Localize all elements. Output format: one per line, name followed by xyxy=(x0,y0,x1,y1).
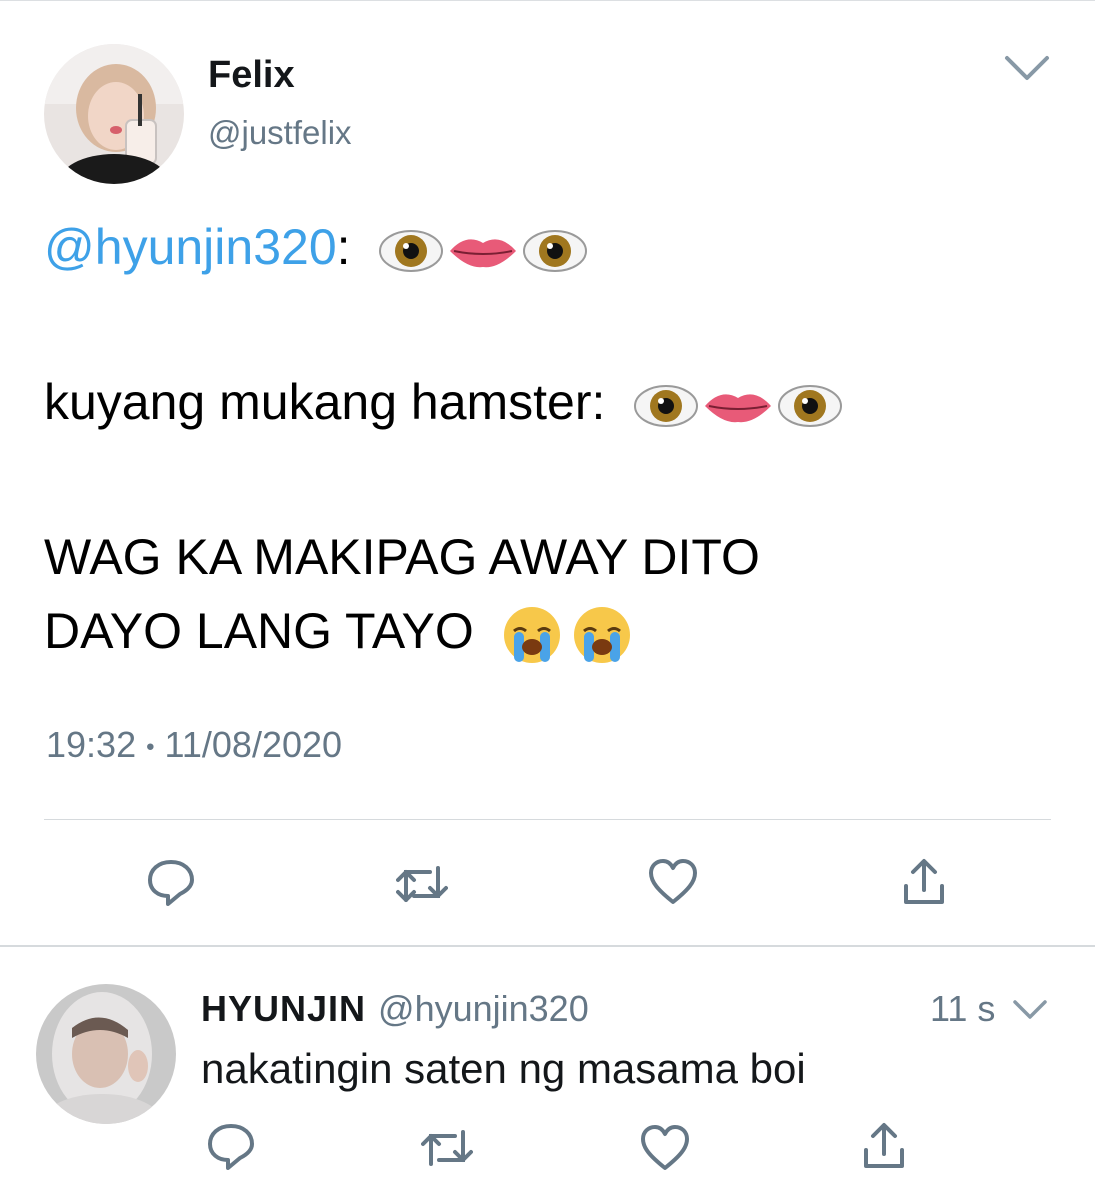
tweet-time: 19:32 xyxy=(46,724,137,765)
like-icon[interactable] xyxy=(648,858,698,906)
eye-emoji-icon xyxy=(379,229,444,272)
crying-face-emoji-icon xyxy=(573,606,630,663)
tweet-text-2: kuyang mukang hamster: xyxy=(44,374,606,430)
retweet-icon[interactable] xyxy=(396,862,448,906)
tweet-text-4: DAYO LANG TAYO xyxy=(44,603,474,659)
reply-text: nakatingin saten ng masama boi xyxy=(201,1045,806,1092)
reply-retweet-icon[interactable] xyxy=(421,1126,473,1170)
reply-author[interactable]: HYUNJIN @hyunjin320 xyxy=(201,988,589,1030)
tweet-line-1: @hyunjin320: xyxy=(44,218,588,276)
emoji-group-1 xyxy=(378,228,588,274)
author-handle[interactable]: @justfelix xyxy=(208,114,352,152)
eye-emoji-icon xyxy=(778,384,843,427)
top-divider xyxy=(0,0,1095,1)
reply-author-name: HYUNJIN xyxy=(201,988,367,1029)
eye-emoji-icon xyxy=(523,229,588,272)
meta-separator: • xyxy=(146,733,155,761)
reply-icon[interactable] xyxy=(146,858,196,908)
reply-avatar[interactable] xyxy=(36,984,176,1124)
mouth-emoji-icon xyxy=(705,394,772,422)
reply-time[interactable]: 11 s xyxy=(930,988,995,1030)
author-name[interactable]: Felix xyxy=(208,54,295,97)
crying-face-emoji-icon xyxy=(503,606,560,663)
reply-author-handle: @hyunjin320 xyxy=(378,988,589,1029)
avatar[interactable] xyxy=(44,44,184,184)
eye-emoji-icon xyxy=(634,384,699,427)
tweet-line-4: DAYO LANG TAYO xyxy=(44,602,632,665)
divider xyxy=(44,819,1051,820)
mention-link[interactable]: @hyunjin320 xyxy=(44,219,337,275)
tweet-timestamp[interactable]: 19:32 • 11/08/2020 xyxy=(46,724,342,766)
reply-reply-icon[interactable] xyxy=(206,1122,256,1172)
tweet-line-2: kuyang mukang hamster: xyxy=(44,373,843,431)
tweet-date: 11/08/2020 xyxy=(164,724,343,765)
colon: : xyxy=(336,219,351,275)
tweet-line-3: WAG KA MAKIPAG AWAY DITO xyxy=(44,529,760,585)
mouth-emoji-icon xyxy=(450,239,517,267)
share-icon[interactable] xyxy=(900,858,948,908)
emoji-group-4 xyxy=(502,605,632,665)
reply-chevron-down-icon[interactable] xyxy=(1012,998,1048,1022)
reply-like-icon[interactable] xyxy=(640,1124,690,1172)
reply-share-icon[interactable] xyxy=(860,1122,908,1172)
section-divider xyxy=(0,945,1095,947)
chevron-down-icon[interactable] xyxy=(1003,52,1051,84)
emoji-group-2 xyxy=(633,383,843,429)
